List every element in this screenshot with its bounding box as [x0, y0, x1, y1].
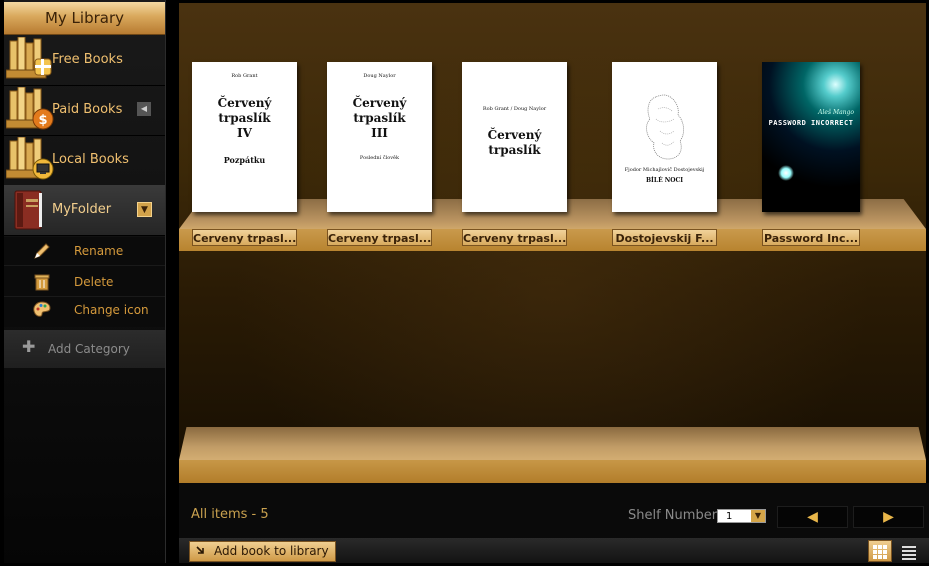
book-author: Doug Naylor	[363, 73, 396, 79]
grid-view-button[interactable]	[868, 540, 892, 562]
category-label: Free Books	[52, 52, 123, 67]
book-title-line: Červený	[487, 128, 542, 142]
add-category-button[interactable]: ✚ Add Category	[4, 330, 165, 368]
shelf2-board-front	[179, 460, 926, 483]
book-title-line: BÍLÉ NOCI	[645, 177, 684, 184]
library-sidebar: My Library Free Books $ Paid Books ◀ Loc…	[4, 0, 166, 563]
rename-action[interactable]: Rename	[4, 237, 165, 266]
book-author: Rob Grant	[231, 73, 258, 79]
item-count: All items - 5	[191, 507, 269, 522]
list-view-button[interactable]	[898, 540, 922, 562]
change-icon-action[interactable]: Change icon	[4, 296, 165, 324]
book-cover[interactable]: Fjodor Michajlovič Dostojevskij BÍLÉ NOC…	[612, 62, 717, 212]
list-icon	[902, 546, 916, 560]
rename-label: Rename	[74, 244, 124, 258]
book-cover[interactable]: Doug Naylor Červený trpaslík III Posledn…	[327, 62, 432, 212]
next-shelf-button[interactable]: ▶	[853, 506, 924, 528]
book-author: Rob Grant / Doug Naylor	[482, 106, 547, 112]
book-title-line: trpaslík	[218, 111, 271, 125]
book-subtitle: Pozpátku	[223, 155, 266, 165]
book-title-line: trpaslík	[488, 143, 541, 157]
category-label: Local Books	[52, 152, 129, 167]
book-title-line: III	[371, 126, 388, 140]
book-cover[interactable]: Rob Grant Červený trpaslík IV Pozpátku	[192, 62, 297, 212]
pencil-icon	[34, 243, 50, 259]
folder-options-dropdown-icon[interactable]: ▼	[137, 202, 152, 217]
book-label[interactable]: Password Inc...	[762, 229, 860, 246]
book-cover[interactable]: Aleš Mango PASSWORD INCORRECT	[762, 62, 860, 212]
bookshelf-area: Rob Grant Červený trpaslík IV Pozpátku C…	[179, 3, 926, 483]
change-icon-label: Change icon	[74, 303, 149, 317]
trash-icon	[34, 274, 50, 291]
shelf-number-value: 1	[726, 511, 733, 522]
book-author: Fjodor Michajlovič Dostojevskij	[624, 167, 705, 173]
book-subtitle: Poslední člověk	[359, 155, 400, 161]
chevron-down-icon[interactable]: ▼	[751, 510, 765, 522]
arrow-left-icon: ◀	[807, 509, 818, 525]
grid-icon	[873, 545, 887, 559]
folder-book-icon	[14, 190, 42, 230]
shelf2-board-top	[179, 427, 926, 460]
book-title-line: trpaslík	[353, 111, 406, 125]
book-cover[interactable]: Rob Grant / Doug Naylor Červený trpaslík	[462, 62, 567, 212]
collapse-arrow-icon[interactable]: ◀	[137, 102, 151, 116]
free-books-icon	[6, 37, 52, 79]
delete-label: Delete	[74, 275, 114, 289]
book-author: Aleš Mango	[818, 109, 854, 116]
shelf-number-select[interactable]: 1 ▼	[717, 509, 766, 523]
library-title: My Library	[4, 2, 165, 35]
category-label: MyFolder	[52, 202, 112, 217]
add-book-label: Add book to library	[214, 544, 329, 558]
book-title-line: PASSWORD INCORRECT	[768, 119, 854, 127]
local-books-icon	[6, 137, 54, 180]
category-local-books[interactable]: Local Books	[4, 135, 165, 186]
book-label[interactable]: Cerveny trpasl...	[327, 229, 432, 246]
category-free-books[interactable]: Free Books	[4, 35, 165, 86]
book-label[interactable]: Cerveny trpasl...	[192, 229, 297, 246]
folder-actions-menu: Rename Delete Change icon	[4, 237, 165, 327]
cover-glow-decoration	[778, 165, 794, 181]
paid-books-icon: $	[6, 87, 54, 130]
shelf-number-label: Shelf Number	[628, 508, 718, 523]
book-label[interactable]: Cerveny trpasl...	[462, 229, 567, 246]
arrow-down-right-icon	[196, 546, 204, 554]
delete-action[interactable]: Delete	[4, 268, 165, 297]
category-label: Paid Books	[52, 102, 123, 117]
author-portrait-sketch	[646, 94, 684, 160]
palette-icon	[33, 301, 51, 317]
arrow-right-icon: ▶	[883, 509, 894, 525]
add-category-label: Add Category	[48, 342, 130, 356]
category-myfolder[interactable]: MyFolder ▼	[4, 185, 165, 236]
add-book-button[interactable]: Add book to library	[189, 541, 336, 562]
plus-icon: ✚	[22, 337, 36, 356]
category-paid-books[interactable]: $ Paid Books ◀	[4, 85, 165, 136]
book-title-line: Červený	[352, 96, 407, 110]
prev-shelf-button[interactable]: ◀	[777, 506, 848, 528]
book-label[interactable]: Dostojevskij F...	[612, 229, 717, 246]
book-title-line: IV	[237, 126, 252, 140]
svg-text:$: $	[38, 113, 47, 128]
book-title-line: Červený	[217, 96, 272, 110]
